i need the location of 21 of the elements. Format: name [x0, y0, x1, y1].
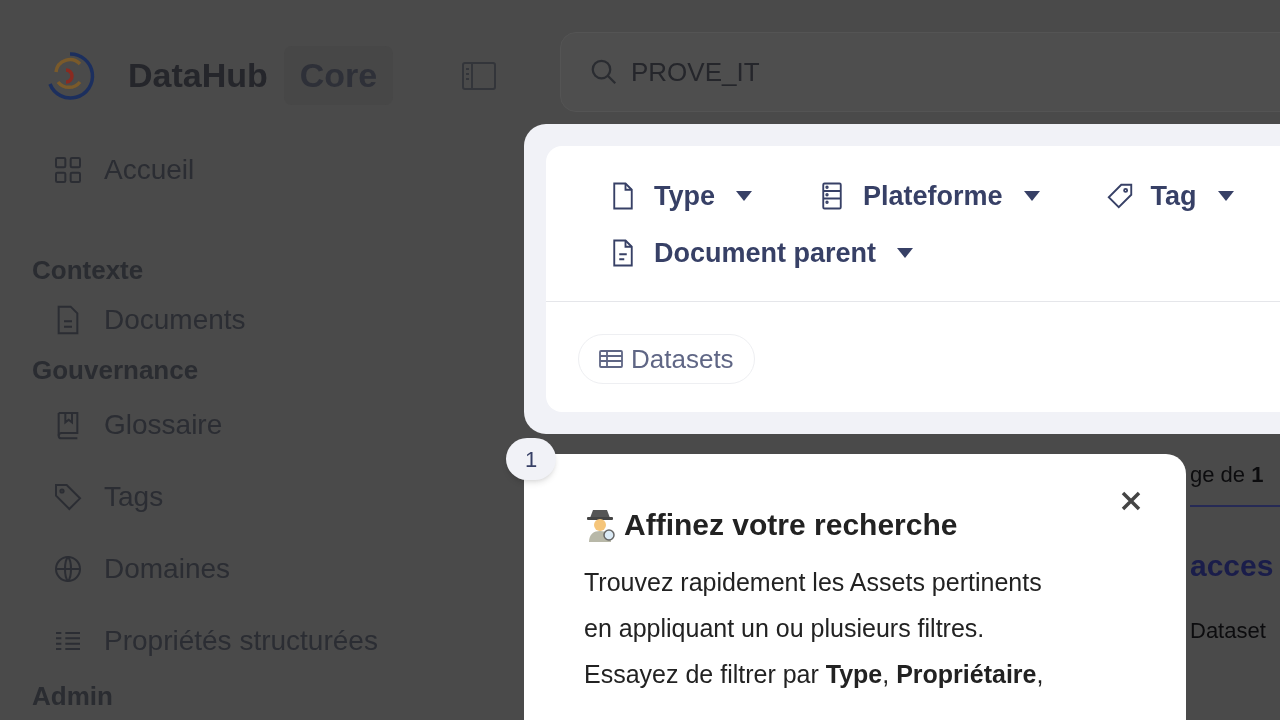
filter-dropdown[interactable]: Document parent: [608, 232, 915, 273]
datasets-chip[interactable]: Datasets: [578, 334, 755, 384]
detective-icon: [584, 507, 616, 542]
caret-icon: [1216, 190, 1235, 203]
step-badge: 1: [506, 438, 556, 480]
tag-icon: [52, 481, 84, 513]
caret-icon: [735, 190, 753, 203]
search-icon: [589, 57, 619, 87]
results-range: ge de 1: [1190, 461, 1265, 489]
filter-dropdown[interactable]: Plateforme: [817, 176, 1041, 217]
filter-dropdown[interactable]: Type: [608, 176, 753, 217]
globe-icon: [52, 553, 84, 585]
caret-icon: [896, 246, 915, 259]
table-icon: [599, 349, 623, 369]
result-type: Dataset: [1190, 617, 1267, 645]
filter-dropdown[interactable]: Tag: [1104, 176, 1235, 217]
tour-title: Affinez votre recherche: [624, 507, 958, 543]
close-icon[interactable]: [1120, 490, 1142, 512]
grid-icon: [52, 154, 84, 186]
caret-icon: [1022, 190, 1041, 203]
tour-description: Trouvez rapidement les Assets pertinents en appliquant un ou plusieurs filtres. Essayez de filtrer par Type, Propriétaire,: [584, 567, 1045, 690]
